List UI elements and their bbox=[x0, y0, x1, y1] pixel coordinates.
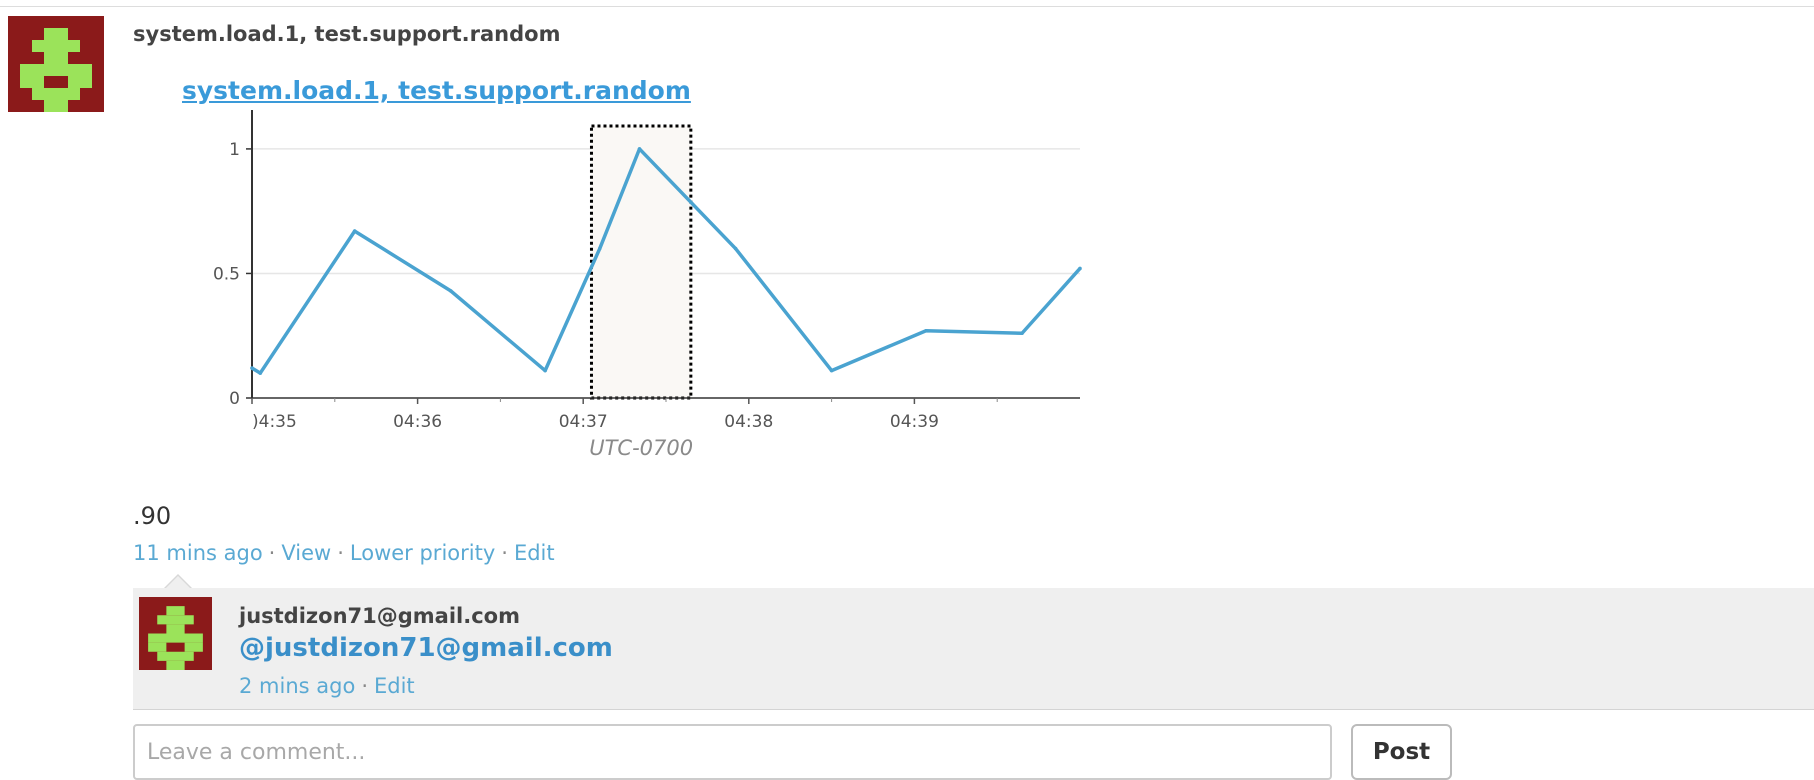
x-tick-label: 04:39 bbox=[890, 412, 939, 432]
y-tick-label: 0 bbox=[229, 389, 240, 409]
series-point bbox=[829, 368, 834, 373]
series-point bbox=[637, 147, 642, 151]
series-point bbox=[352, 229, 357, 233]
x-tick-label: 04:36 bbox=[393, 412, 442, 432]
x-tick-label: 04:38 bbox=[724, 412, 773, 432]
y-tick-label: 1 bbox=[229, 140, 240, 160]
series-point bbox=[1020, 331, 1024, 336]
x-tick-label: )4:35 bbox=[252, 412, 297, 432]
reply-meta: 2 mins ago · Edit bbox=[239, 674, 415, 698]
series-point bbox=[1078, 266, 1082, 271]
pixel-avatar-icon bbox=[139, 597, 212, 670]
top-divider bbox=[0, 6, 1814, 7]
x-axis-label: UTC-0700 bbox=[589, 436, 693, 460]
timeseries-chart[interactable]: 0 0.5 1 )4:35 04:36 04:37 04:38 04:39 UTC-0700 bbox=[190, 110, 1090, 480]
meta-separator: · bbox=[361, 674, 368, 698]
reply-comment: justdizon71@gmail.com @justdizon71@gmail… bbox=[133, 588, 1814, 710]
comment-input[interactable] bbox=[133, 724, 1332, 780]
highlight-box bbox=[589, 124, 693, 400]
series-point bbox=[924, 328, 928, 333]
series-point bbox=[733, 246, 738, 251]
reply-edit-link[interactable]: Edit bbox=[374, 674, 415, 698]
post-body: .90 bbox=[133, 502, 172, 530]
pixel-avatar-icon bbox=[8, 16, 104, 112]
reply-mention-link[interactable]: @justdizon71@gmail.com bbox=[239, 633, 613, 663]
series-point bbox=[448, 289, 453, 293]
timeseries-chart-svg: 0 0.5 1 )4:35 04:36 04:37 04:38 04:39 UTC-0700 bbox=[213, 110, 1082, 460]
meta-separator: · bbox=[337, 541, 344, 565]
post-comment-button[interactable]: Post bbox=[1351, 724, 1452, 780]
meta-separator: · bbox=[268, 541, 276, 565]
reply-caret-fill bbox=[166, 576, 190, 588]
lower-priority-link[interactable]: Lower priority bbox=[350, 541, 495, 565]
x-tick-label: 04:37 bbox=[559, 412, 608, 432]
series-point bbox=[258, 371, 263, 375]
series-point bbox=[597, 246, 602, 251]
reply-timestamp-link[interactable]: 2 mins ago bbox=[239, 674, 355, 698]
post-meta: 11 mins ago · View · Lower priority · Edit bbox=[133, 541, 555, 565]
y-tick-label: 0.5 bbox=[213, 264, 240, 284]
reply-avatar[interactable] bbox=[139, 597, 212, 670]
post-author: system.load.1, test.support.random bbox=[133, 22, 561, 46]
view-link[interactable]: View bbox=[281, 541, 331, 565]
author-avatar[interactable] bbox=[8, 16, 104, 112]
reply-author: justdizon71@gmail.com bbox=[239, 604, 520, 628]
series-point bbox=[543, 368, 547, 373]
meta-separator: · bbox=[501, 541, 508, 565]
graph-title-link[interactable]: system.load.1, test.support.random bbox=[182, 76, 691, 105]
edit-link[interactable]: Edit bbox=[514, 541, 555, 565]
series-point bbox=[250, 366, 254, 370]
post-timestamp-link[interactable]: 11 mins ago bbox=[133, 541, 263, 565]
